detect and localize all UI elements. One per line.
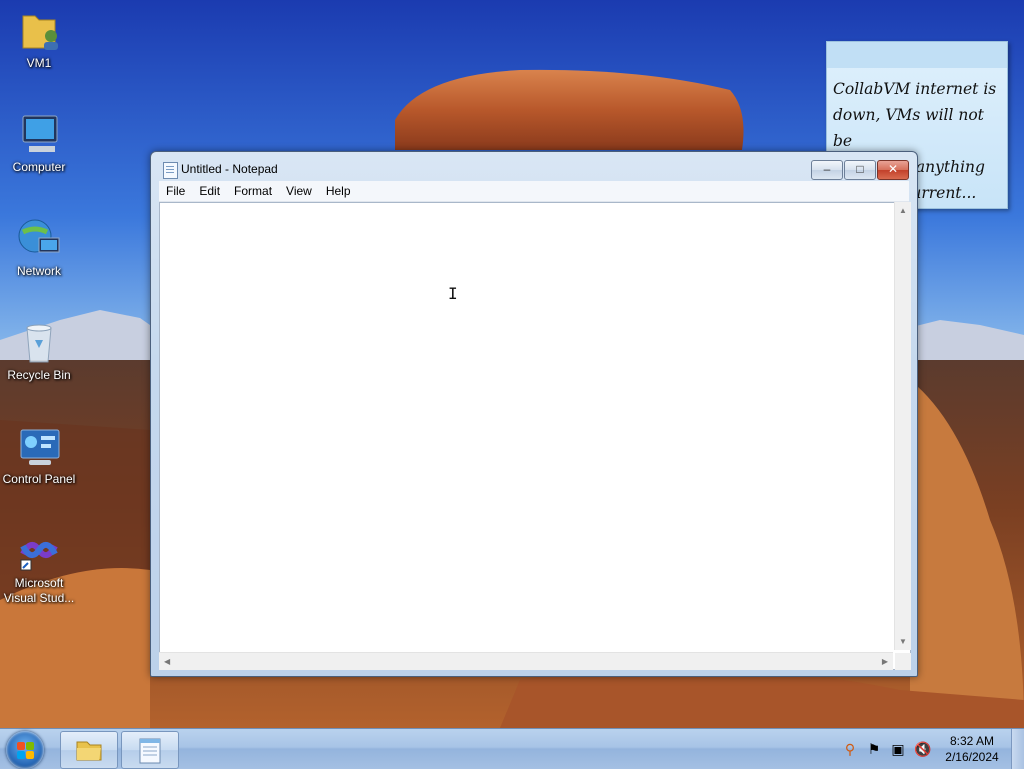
menu-format[interactable]: Format	[227, 181, 279, 198]
notepad-app-icon[interactable]	[163, 162, 178, 179]
windows-logo-icon-part	[26, 751, 34, 759]
scroll-down-arrow-icon[interactable]: ▼	[899, 637, 907, 646]
close-icon: ✕	[887, 162, 899, 176]
sticky-note-titlebar[interactable]	[827, 42, 1007, 68]
notepad-icon	[139, 738, 161, 764]
desktop-icon-label: VM1	[26, 56, 52, 70]
minimize-icon: –	[823, 162, 831, 176]
maximize-icon: □	[856, 162, 864, 176]
volume-muted-icon[interactable]: 🔇	[914, 741, 931, 757]
resize-grip-icon[interactable]	[895, 653, 911, 670]
control-panel-icon	[15, 422, 63, 470]
menu-bar: File Edit Format View Help	[159, 181, 909, 202]
user-folder-icon	[15, 6, 63, 54]
desktop-icon-label-line2: Visual Stud...	[3, 591, 75, 605]
desktop-icon-label: Network	[16, 264, 61, 278]
desktop-icon-computer[interactable]: Computer	[1, 110, 77, 175]
menu-edit[interactable]: Edit	[192, 181, 227, 198]
network-icon	[15, 214, 63, 262]
vertical-scrollbar[interactable]: ▲ ▼	[894, 202, 911, 650]
window-title: Untitled - Notepad	[181, 162, 278, 176]
desktop[interactable]: VM1 Computer Network Recycle Bin Control…	[0, 0, 1024, 728]
taskbar: ⚲ ⚑ ▣ 🔇 8:32 AM 2/16/2024	[0, 728, 1024, 769]
menu-view[interactable]: View	[279, 181, 319, 198]
scroll-up-arrow-icon[interactable]: ▲	[899, 206, 907, 215]
desktop-icon-label: Recycle Bin	[7, 368, 71, 382]
maximize-button[interactable]: □	[844, 160, 876, 180]
recycle-bin-icon	[15, 318, 63, 366]
taskbar-notepad[interactable]	[121, 731, 179, 769]
windows-logo-icon-part	[26, 742, 34, 750]
desktop-icon-label-line1: Microsoft	[14, 576, 64, 590]
scroll-right-arrow-icon[interactable]: ▶	[882, 657, 888, 666]
minimize-button[interactable]: –	[811, 160, 843, 180]
text-cursor-icon: I	[448, 284, 458, 303]
folder-icon	[76, 741, 102, 761]
show-desktop-button[interactable]	[1011, 729, 1024, 769]
clock-time[interactable]: 8:32 AM	[942, 734, 1002, 748]
desktop-icon-label: Control Panel	[2, 472, 76, 486]
close-button[interactable]: ✕	[877, 160, 909, 180]
action-center-flag-icon[interactable]: ⚑	[866, 741, 882, 757]
menu-file[interactable]: File	[159, 181, 192, 198]
windows-logo-icon	[17, 742, 25, 750]
desktop-icon-visual-studio[interactable]: Microsoft Visual Stud...	[1, 526, 77, 606]
desktop-icon-label: Computer	[12, 160, 66, 174]
text-editor-area[interactable]	[159, 202, 911, 670]
desktop-icon-control-panel[interactable]: Control Panel	[1, 422, 77, 487]
start-button[interactable]	[6, 731, 44, 769]
menu-help[interactable]: Help	[319, 181, 358, 198]
horizontal-scrollbar[interactable]: ◀ ▶	[159, 652, 893, 670]
search-icon[interactable]: ⚲	[842, 741, 858, 757]
notepad-window[interactable]: Untitled - Notepad – □ ✕ File Edit Format V…	[150, 151, 918, 677]
visual-studio-icon	[15, 526, 63, 574]
taskbar-windows-explorer[interactable]	[60, 731, 118, 769]
computer-icon	[15, 110, 63, 158]
network-icon[interactable]: ▣	[890, 741, 906, 757]
desktop-icon-vm1[interactable]: VM1	[1, 6, 77, 71]
desktop-icon-network[interactable]: Network	[1, 214, 77, 279]
clock-date[interactable]: 2/16/2024	[942, 750, 1002, 764]
system-tray: ⚲ ⚑ ▣ 🔇 8:32 AM 2/16/2024	[838, 729, 1024, 769]
scroll-left-arrow-icon[interactable]: ◀	[164, 657, 170, 666]
desktop-icon-recycle-bin[interactable]: Recycle Bin	[1, 318, 77, 383]
windows-logo-icon-part	[17, 751, 25, 759]
